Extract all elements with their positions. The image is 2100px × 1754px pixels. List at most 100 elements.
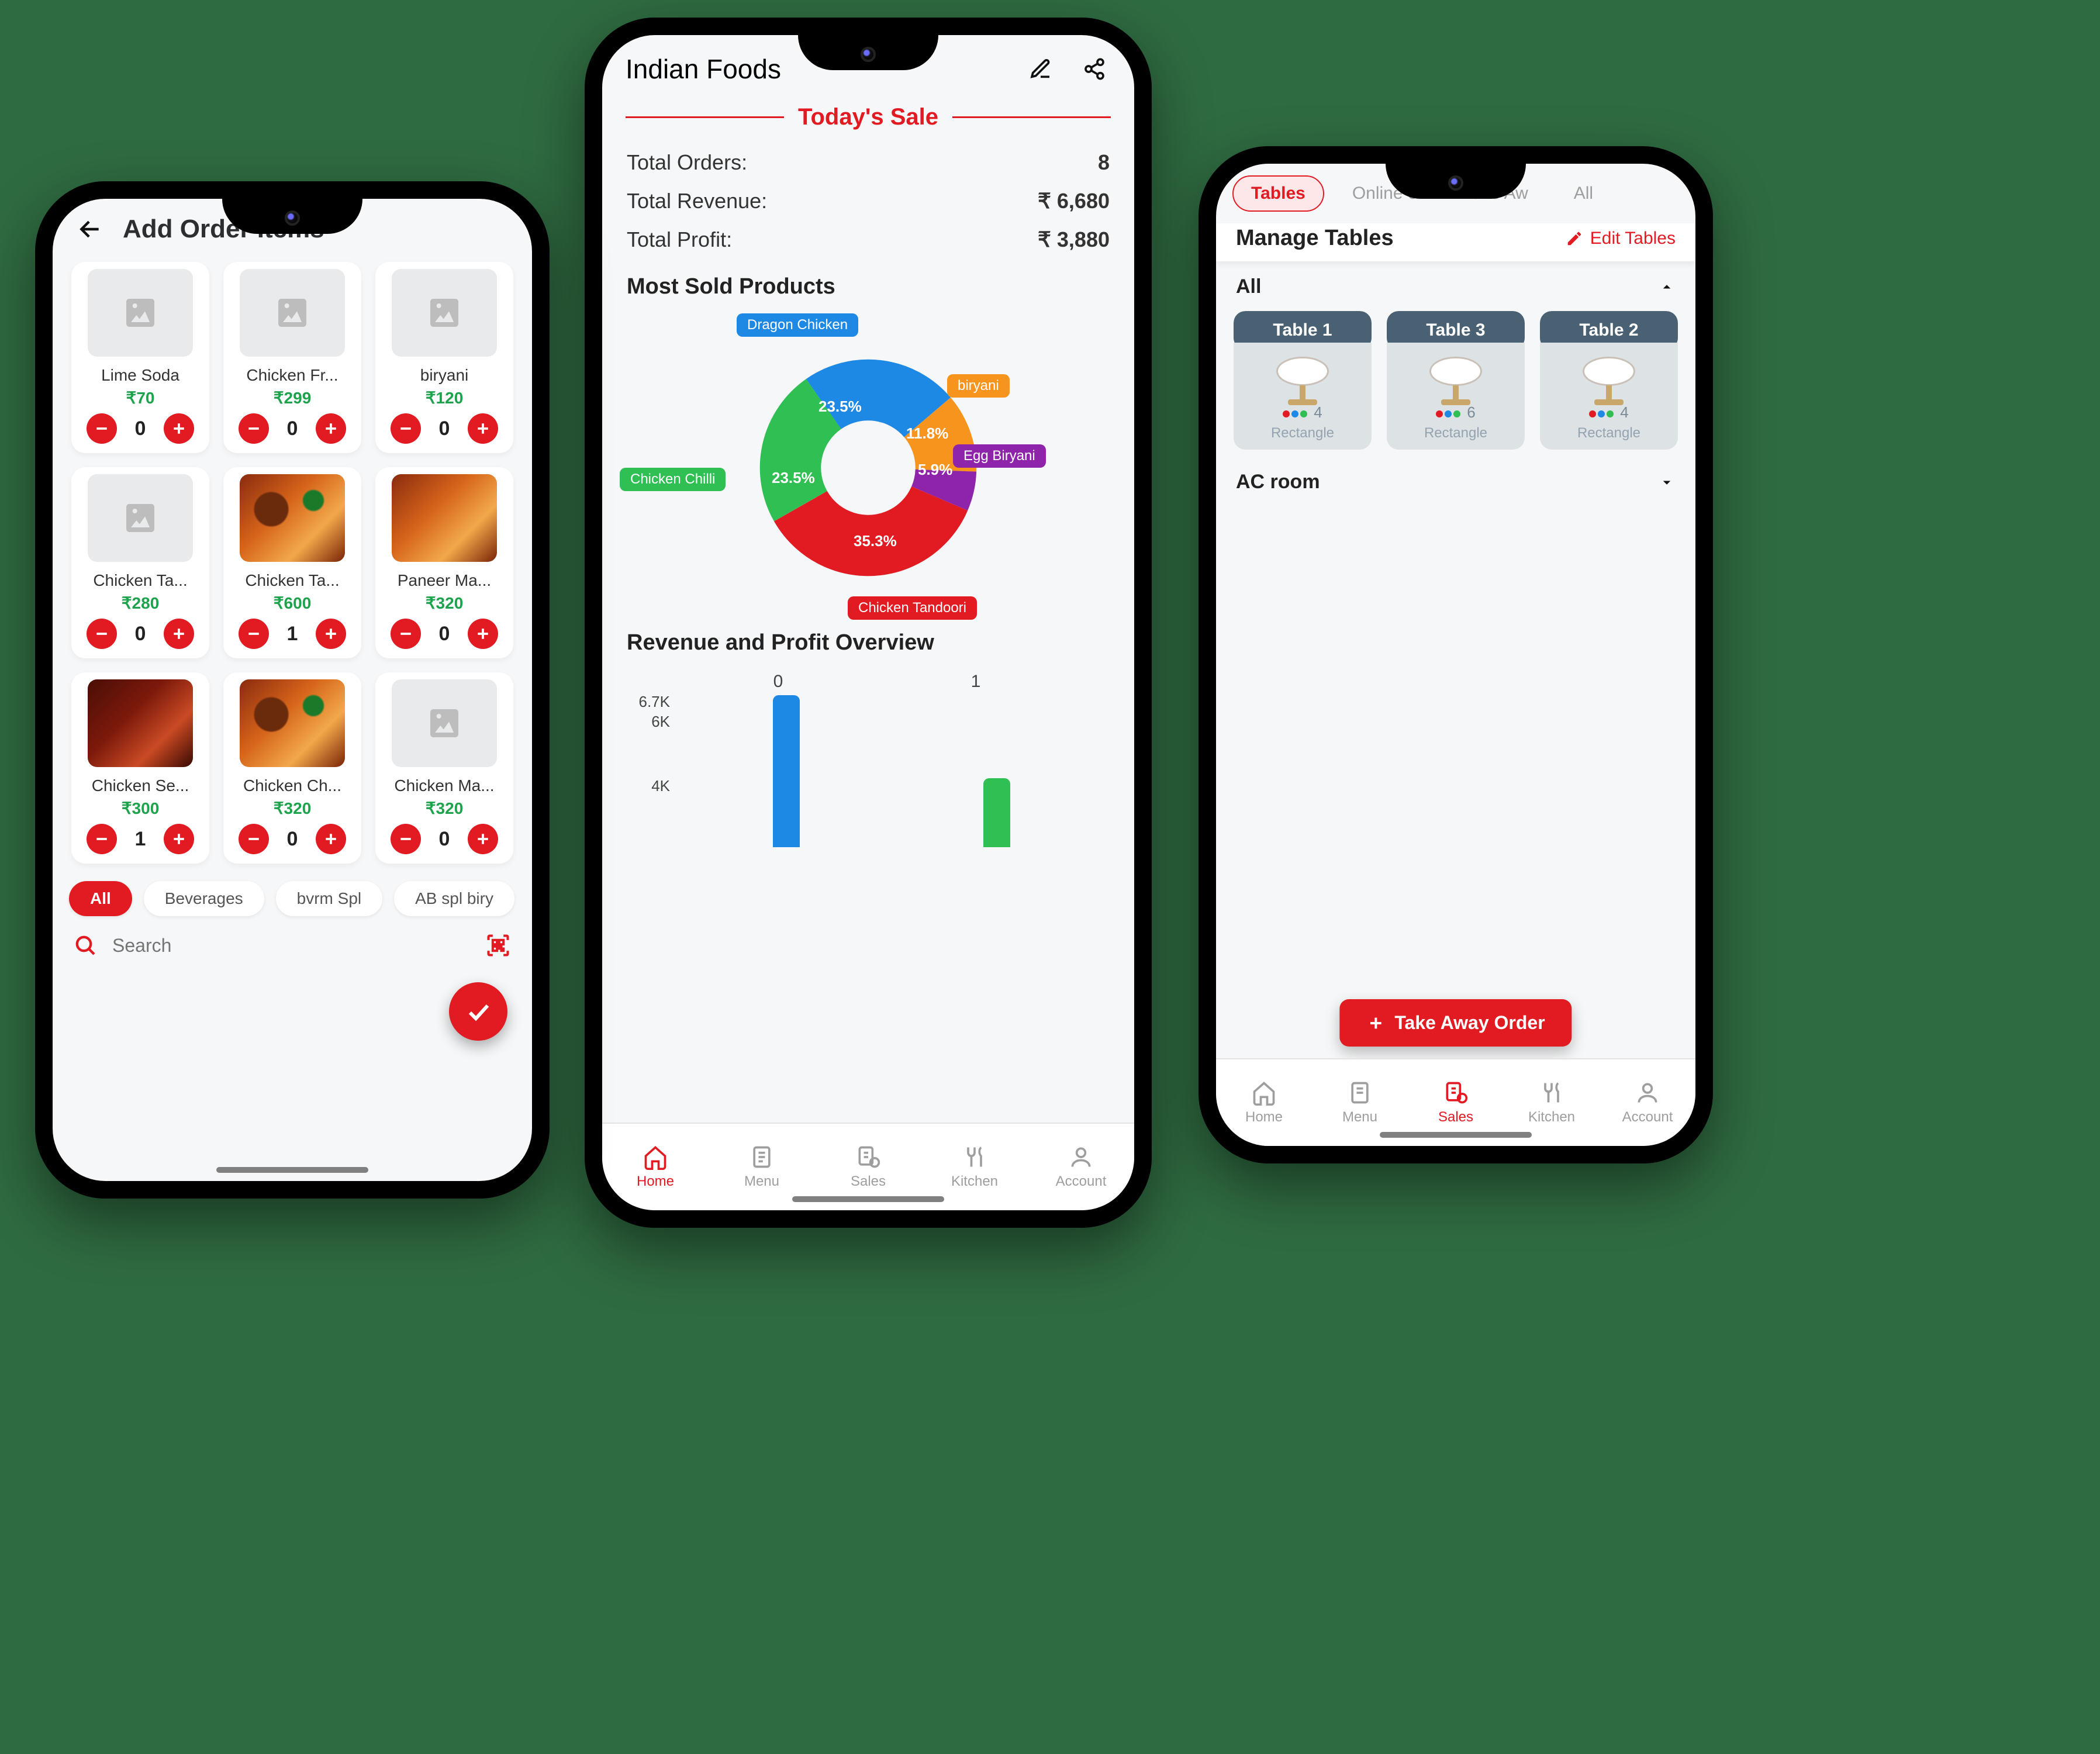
product-thumb	[88, 269, 193, 357]
product-card[interactable]: Chicken Ta...₹2800	[71, 467, 209, 658]
qty-plus-button[interactable]	[316, 619, 346, 649]
donut-pct: 5.9%	[918, 461, 952, 479]
qty-plus-button[interactable]	[164, 619, 194, 649]
edit-tables-button[interactable]: Edit Tables	[1566, 229, 1676, 248]
bar-xlabel: 1	[971, 672, 981, 692]
donut-label: biryani	[947, 374, 1010, 398]
product-thumb	[88, 679, 193, 767]
category-chip[interactable]: bvrm Spl	[276, 881, 382, 916]
edit-icon[interactable]	[1024, 53, 1057, 85]
donut-label: Chicken Tandoori	[848, 596, 977, 620]
product-card[interactable]: Chicken Ta...₹6001	[223, 467, 361, 658]
product-name: Chicken Ch...	[243, 776, 341, 795]
qty-value: 0	[130, 417, 151, 440]
share-icon[interactable]	[1078, 53, 1111, 85]
product-name: Lime Soda	[101, 366, 179, 385]
qty-plus-button[interactable]	[468, 413, 498, 444]
qty-value: 0	[434, 828, 455, 851]
search-input[interactable]	[111, 934, 471, 957]
table-icon	[1429, 357, 1482, 386]
bar-ytick: 4K	[651, 777, 670, 795]
stat-revenue-label: Total Revenue:	[627, 189, 767, 213]
product-thumb	[392, 474, 497, 562]
phone-add-order: Add Order Items Lime Soda₹700Chicken Fr.…	[35, 181, 550, 1199]
nav-home[interactable]: Home	[1216, 1059, 1312, 1146]
product-card[interactable]: biryani₹1200	[375, 262, 513, 453]
product-name: Paneer Ma...	[398, 571, 491, 590]
table-name: Table 1	[1238, 320, 1367, 340]
product-price: ₹280	[122, 593, 160, 613]
product-card[interactable]: Chicken Ch...₹3200	[223, 672, 361, 864]
donut-label: Dragon Chicken	[737, 313, 858, 337]
table-icon	[1276, 357, 1329, 386]
nav-account[interactable]: Account	[1600, 1059, 1695, 1146]
nav-account[interactable]: Account	[1028, 1124, 1134, 1210]
table-shape: Rectangle	[1238, 425, 1367, 441]
qty-minus-button[interactable]	[391, 413, 421, 444]
table-shape: Rectangle	[1545, 425, 1673, 441]
product-card[interactable]: Lime Soda ₹70 0	[71, 262, 209, 453]
qty-plus-button[interactable]	[164, 824, 194, 854]
product-name: Chicken Fr...	[246, 366, 338, 385]
qty-plus-button[interactable]	[316, 824, 346, 854]
qty-minus-button[interactable]	[87, 619, 117, 649]
donut-pct: 11.8%	[906, 424, 948, 443]
qr-icon[interactable]	[485, 933, 511, 958]
category-chip[interactable]: All	[69, 881, 132, 916]
qty-value: 0	[282, 417, 303, 440]
tab-tables[interactable]: Tables	[1232, 175, 1324, 212]
table-shape: Rectangle	[1391, 425, 1520, 441]
table-card[interactable]: Table 14Rectangle	[1234, 311, 1372, 450]
search-icon[interactable]	[74, 934, 97, 957]
stat-orders-value: 8	[1098, 150, 1110, 175]
product-name: biryani	[420, 366, 468, 385]
product-price: ₹320	[426, 799, 464, 818]
donut-chart: Dragon Chicken biryani Egg Biryani Chick…	[602, 310, 1134, 626]
category-chip[interactable]: AB spl biry	[394, 881, 514, 916]
product-price: ₹120	[426, 388, 464, 408]
qty-minus-button[interactable]	[87, 824, 117, 854]
qty-plus-button[interactable]	[316, 413, 346, 444]
take-away-button[interactable]: Take Away Order	[1339, 999, 1571, 1047]
donut-pct: 23.5%	[818, 398, 862, 416]
table-card[interactable]: Table 24Rectangle	[1540, 311, 1678, 450]
qty-minus-button[interactable]	[239, 413, 269, 444]
donut-pct: 23.5%	[772, 469, 815, 487]
product-thumb	[392, 269, 497, 357]
chevron-up-icon	[1658, 278, 1676, 296]
product-card[interactable]: Chicken Ma...₹3200	[375, 672, 513, 864]
table-icon	[1583, 357, 1635, 386]
qty-minus-button[interactable]	[239, 824, 269, 854]
donut-label: Egg Biryani	[953, 444, 1046, 468]
product-name: Chicken Ta...	[93, 571, 187, 590]
qty-minus-button[interactable]	[391, 824, 421, 854]
qty-minus-button[interactable]	[239, 619, 269, 649]
gesture-bar	[216, 1167, 368, 1173]
product-thumb	[240, 474, 345, 562]
product-price: ₹70	[126, 388, 155, 408]
group-header-all[interactable]: All	[1216, 261, 1695, 304]
bar-chart: 0 1 6.7K 6K 4K	[602, 660, 1134, 847]
stat-profit-value: ₹ 3,880	[1038, 227, 1110, 252]
qty-value: 0	[434, 623, 455, 645]
group-header-ac[interactable]: AC room	[1216, 457, 1695, 499]
qty-minus-button[interactable]	[87, 413, 117, 444]
stat-orders-label: Total Orders:	[627, 150, 747, 175]
section-today-sale: Today's Sale	[602, 91, 1134, 143]
qty-plus-button[interactable]	[468, 619, 498, 649]
table-card[interactable]: Table 36Rectangle	[1387, 311, 1525, 450]
nav-home[interactable]: Home	[602, 1124, 709, 1210]
tab-all[interactable]: All	[1556, 177, 1611, 210]
qty-plus-button[interactable]	[468, 824, 498, 854]
back-icon[interactable]	[74, 213, 106, 246]
table-name: Table 2	[1545, 320, 1673, 340]
qty-plus-button[interactable]	[164, 413, 194, 444]
product-card[interactable]: Paneer Ma...₹3200	[375, 467, 513, 658]
confirm-fab[interactable]	[449, 982, 507, 1041]
product-price: ₹320	[274, 799, 312, 818]
category-chip[interactable]: Beverages	[144, 881, 264, 916]
product-card[interactable]: Chicken Se...₹3001	[71, 672, 209, 864]
chevron-down-icon	[1658, 474, 1676, 491]
product-card[interactable]: Chicken Fr...₹2990	[223, 262, 361, 453]
qty-minus-button[interactable]	[391, 619, 421, 649]
